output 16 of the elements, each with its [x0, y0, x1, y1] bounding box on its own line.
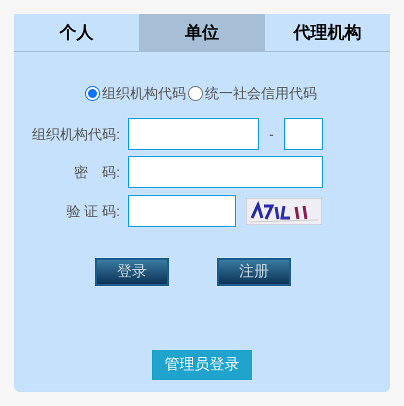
- field-label: 密 码:: [73, 162, 121, 182]
- tab[interactable]: 单位: [139, 14, 265, 51]
- field-label: 组织机构代码:: [31, 124, 121, 144]
- radio-option[interactable]: 统一社会信用代码: [188, 83, 317, 104]
- password-field[interactable]: [128, 156, 323, 188]
- org-code-field[interactable]: [128, 118, 259, 150]
- tab[interactable]: 代理机构: [264, 14, 390, 51]
- check-digit-field[interactable]: [284, 118, 323, 150]
- form-button[interactable]: 注册: [217, 258, 291, 286]
- form-button[interactable]: 登录: [95, 258, 169, 286]
- tab[interactable]: 个人: [14, 14, 140, 51]
- admin-login-button[interactable]: 管理员登录: [152, 350, 252, 380]
- radio-option[interactable]: 组织机构代码: [85, 83, 186, 104]
- separator: -: [268, 124, 275, 144]
- field-label: 验 证 码:: [65, 202, 121, 220]
- captcha-field[interactable]: [128, 195, 236, 227]
